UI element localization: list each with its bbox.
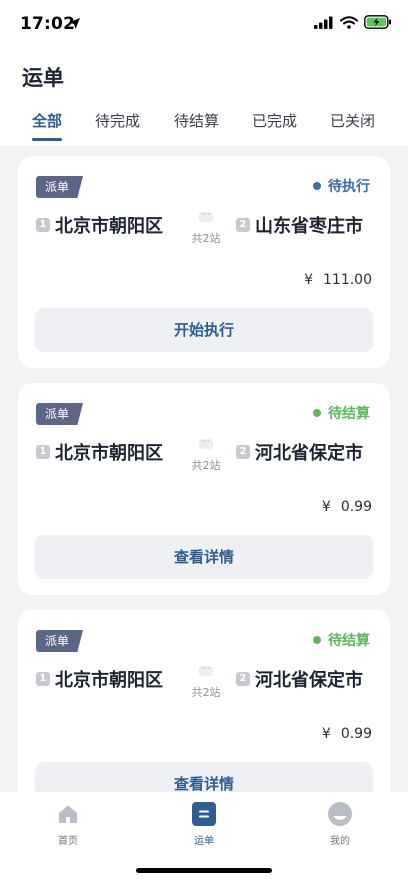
order-status-label: 待执行 — [328, 179, 370, 195]
tab-pending-completion[interactable]: 待完成 — [95, 110, 140, 131]
destination-city: 河北省保定市 — [255, 443, 363, 464]
order-card[interactable]: 派单 待执行 1 北京市朝阳区 ··· 共2站 2 山东省枣庄市 ¥ 111.0… — [18, 156, 390, 368]
ellipsis-icon: ··· — [199, 438, 213, 449]
destination-city: 山东省枣庄市 — [255, 216, 363, 237]
tab-all[interactable]: 全部 — [32, 110, 62, 131]
route: 1 北京市朝阳区 ··· 共2站 2 河北省保定市 — [36, 662, 376, 708]
order-type-badge: 派单 — [36, 176, 84, 198]
order-price: ¥0.99 — [322, 499, 372, 515]
origin-stop: 1 北京市朝阳区 — [36, 666, 163, 692]
ellipsis-icon: ··· — [199, 665, 213, 676]
order-price: ¥0.99 — [322, 726, 372, 742]
stop-count: 共2站 — [191, 232, 221, 245]
origin-stop-number: 1 — [36, 445, 50, 459]
stop-count: 共2站 — [191, 459, 221, 472]
tabbar-label-home: 首页 — [58, 836, 78, 847]
home-indicator[interactable] — [136, 868, 272, 873]
tabbar-label-profile: 我的 — [330, 836, 350, 847]
stop-count: 共2站 — [191, 686, 221, 699]
order-status: 待结算 — [313, 403, 370, 423]
route-stops-summary: ··· 共2站 — [188, 438, 224, 473]
destination-stop-number: 2 — [236, 672, 250, 686]
cellular-signal-icon — [314, 16, 333, 29]
route-stops-summary: ··· 共2站 — [188, 211, 224, 246]
price-amount: 0.99 — [340, 726, 372, 742]
price-amount: 111.00 — [323, 272, 372, 288]
order-price: ¥111.00 — [304, 272, 372, 288]
order-status-tabs: 全部 待完成 待结算 已完成 已关闭 — [0, 108, 408, 144]
route: 1 北京市朝阳区 ··· 共2站 2 山东省枣庄市 — [36, 208, 376, 254]
status-time: 17:02 — [20, 14, 76, 34]
tab-pending-settlement[interactable]: 待结算 — [174, 110, 219, 131]
origin-city: 北京市朝阳区 — [55, 670, 163, 691]
destination-stop: 2 山东省枣庄市 — [236, 212, 363, 238]
order-type-badge: 派单 — [36, 403, 84, 425]
origin-stop: 1 北京市朝阳区 — [36, 439, 163, 465]
ellipsis-icon: ··· — [199, 211, 213, 222]
price-amount: 0.99 — [340, 499, 372, 515]
tabbar-item-home[interactable]: 首页 — [38, 802, 98, 847]
wifi-icon — [340, 15, 358, 29]
order-type-badge: 派单 — [36, 630, 84, 652]
order-status-label: 待结算 — [328, 633, 370, 649]
status-icons — [314, 15, 392, 29]
currency-symbol: ¥ — [321, 726, 331, 742]
status-dot — [313, 636, 321, 644]
origin-city: 北京市朝阳区 — [55, 216, 163, 237]
tabbar-label-waybill: 运单 — [194, 836, 214, 847]
origin-stop-number: 1 — [36, 672, 50, 686]
currency-symbol: ¥ — [304, 272, 313, 288]
order-list[interactable]: 派单 待执行 1 北京市朝阳区 ··· 共2站 2 山东省枣庄市 ¥ 111.0… — [0, 146, 408, 792]
destination-stop-number: 2 — [236, 445, 250, 459]
start-execution-button[interactable]: 开始执行 — [35, 308, 373, 352]
page-title: 运单 — [22, 66, 64, 90]
home-icon — [59, 805, 77, 823]
tab-completed[interactable]: 已完成 — [252, 110, 297, 131]
order-status-label: 待结算 — [328, 406, 370, 422]
origin-city: 北京市朝阳区 — [55, 443, 163, 464]
order-card[interactable]: 派单 待结算 1 北京市朝阳区 ··· 共2站 2 河北省保定市 ¥ 0.99 … — [18, 610, 390, 792]
destination-stop: 2 河北省保定市 — [236, 439, 363, 465]
page-header: 运单 全部 待完成 待结算 已完成 已关闭 — [0, 48, 408, 146]
tabbar-item-profile[interactable]: 我的 — [310, 802, 370, 847]
origin-stop: 1 北京市朝阳区 — [36, 212, 163, 238]
destination-stop: 2 河北省保定市 — [236, 666, 363, 692]
battery-charging-icon — [364, 15, 391, 29]
tab-closed[interactable]: 已关闭 — [330, 110, 375, 131]
status-dot — [313, 409, 321, 417]
waybill-screen: 17:02 运单 全部 待完成 待结算 已完成 已关闭 派单 待执行 1 北京市… — [0, 0, 408, 883]
location-arrow-icon — [69, 18, 80, 29]
destination-city: 河北省保定市 — [255, 670, 363, 691]
order-status: 待执行 — [313, 176, 370, 196]
order-card[interactable]: 派单 待结算 1 北京市朝阳区 ··· 共2站 2 河北省保定市 ¥ 0.99 … — [18, 383, 390, 595]
destination-stop-number: 2 — [236, 218, 250, 232]
route-stops-summary: ··· 共2站 — [188, 665, 224, 700]
order-status: 待结算 — [313, 630, 370, 650]
view-details-button[interactable]: 查看详情 — [35, 535, 373, 579]
active-tab-indicator — [32, 138, 62, 141]
view-details-button[interactable]: 查看详情 — [35, 762, 373, 792]
tabbar-item-waybill[interactable]: 运单 — [174, 802, 234, 847]
route: 1 北京市朝阳区 ··· 共2站 2 河北省保定市 — [36, 435, 376, 481]
origin-stop-number: 1 — [36, 218, 50, 232]
status-bar: 17:02 — [0, 0, 408, 48]
profile-icon — [328, 802, 352, 826]
currency-symbol: ¥ — [321, 499, 331, 515]
waybill-icon — [192, 802, 216, 826]
status-dot — [313, 182, 321, 190]
